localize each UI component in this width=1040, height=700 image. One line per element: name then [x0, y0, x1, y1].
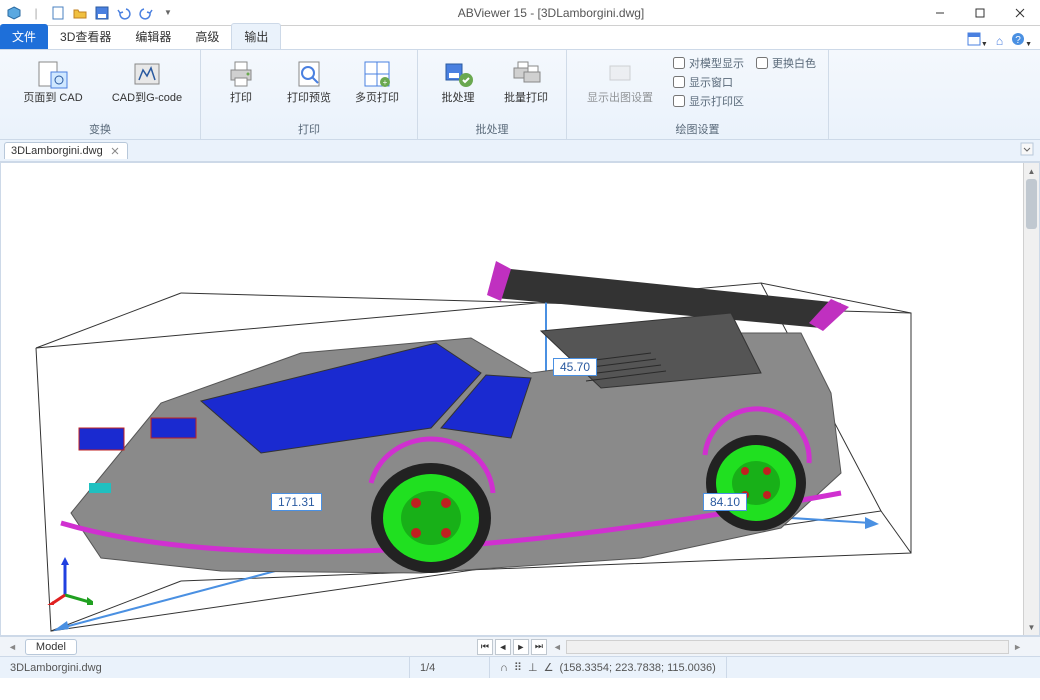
batch-icon [442, 58, 474, 90]
app-icon [6, 5, 22, 21]
scrollbar-thumb[interactable] [1026, 179, 1037, 229]
group-plot-label: 绘图设置 [575, 119, 820, 137]
batch-print-button[interactable]: 批量打印 [494, 54, 558, 109]
axes-gizmo [43, 555, 93, 605]
group-batch-label: 批处理 [426, 119, 558, 137]
nav-first-icon[interactable]: ⏮ [477, 639, 493, 655]
print-label: 打印 [230, 92, 252, 105]
multipage-icon: + [361, 58, 393, 90]
print-preview-button[interactable]: 打印预览 [277, 54, 341, 109]
scroll-up-icon[interactable]: ▲ [1024, 163, 1039, 179]
redo-icon[interactable] [138, 5, 154, 21]
tab-output[interactable]: 输出 [231, 23, 281, 49]
show-plot-settings-button[interactable]: 显示出图设置 [575, 54, 665, 109]
document-tab[interactable]: 3DLamborgini.dwg [4, 142, 128, 159]
multipage-label: 多页打印 [355, 92, 399, 105]
new-icon[interactable] [50, 5, 66, 21]
cad-to-gcode-icon [131, 58, 163, 90]
multipage-print-button[interactable]: + 多页打印 [345, 54, 409, 109]
undo-icon[interactable] [116, 5, 132, 21]
print-button[interactable]: 打印 [209, 54, 273, 109]
doctab-dropdown-icon[interactable] [1020, 142, 1040, 159]
model-tab[interactable]: Model [25, 639, 77, 655]
tab-advanced[interactable]: 高级 [183, 24, 231, 49]
close-button[interactable] [1000, 0, 1040, 26]
angle-icon[interactable]: ∠ [544, 661, 554, 674]
page-to-cad-icon [37, 58, 69, 90]
batch-print-label: 批量打印 [504, 92, 548, 105]
print-icon [225, 58, 257, 90]
vertical-scrollbar[interactable]: ▲ ▼ [1023, 163, 1039, 635]
batch-label: 批处理 [442, 92, 475, 105]
layout-dropdown-icon[interactable]: ▼ [967, 32, 988, 49]
dimension-length: 171.31 [271, 493, 322, 511]
ortho-icon[interactable]: ⊥ [528, 661, 538, 674]
viewport-canvas[interactable]: 45.70 171.31 84.10 [1, 163, 1023, 635]
plot-settings-icon [604, 58, 636, 90]
status-coords: (158.3354; 223.7838; 115.0036) [559, 662, 715, 674]
print-preview-label: 打印预览 [287, 92, 331, 105]
nav-next-icon[interactable]: ► [513, 639, 529, 655]
svg-text:?: ? [1015, 35, 1021, 46]
snap-icon[interactable]: ∩ [500, 662, 508, 674]
page-to-cad-button[interactable]: 页面到 CAD [8, 54, 98, 109]
dimension-width: 84.10 [703, 493, 747, 511]
batch-print-icon [510, 58, 542, 90]
nav-last-icon[interactable]: ⏭ [531, 639, 547, 655]
qat-separator: | [28, 5, 44, 21]
maximize-button[interactable] [960, 0, 1000, 26]
save-icon[interactable] [94, 5, 110, 21]
status-tools: ∩ ⠿ ⊥ ∠ (158.3354; 223.7838; 115.0036) [490, 657, 727, 678]
model-display-checkbox[interactable]: 对模型显示 [669, 54, 748, 72]
document-tab-label: 3DLamborgini.dwg [11, 145, 103, 157]
help-icon[interactable]: ?▼ [1011, 32, 1032, 49]
home-icon[interactable]: ⌂ [996, 34, 1003, 48]
show-window-checkbox[interactable]: 显示窗口 [669, 73, 748, 91]
model-tab-prev-icon[interactable]: ◄ [8, 642, 17, 652]
scroll-down-icon[interactable]: ▼ [1024, 619, 1039, 635]
hscroll-right-icon[interactable]: ► [1013, 642, 1040, 652]
qat-dropdown-icon[interactable]: ▼ [160, 5, 176, 21]
plot-settings-label: 显示出图设置 [587, 92, 653, 105]
show-print-area-checkbox[interactable]: 显示打印区 [669, 92, 748, 110]
tab-3d-viewer[interactable]: 3D查看器 [48, 24, 123, 49]
hscroll-left-icon[interactable]: ◄ [553, 642, 562, 652]
window-title: ABViewer 15 - [3DLamborgini.dwg] [182, 6, 920, 20]
grid-icon[interactable]: ⠿ [514, 661, 522, 674]
close-tab-icon[interactable] [109, 145, 121, 157]
status-filename: 3DLamborgini.dwg [0, 657, 410, 678]
horizontal-scrollbar[interactable] [566, 640, 1009, 654]
nav-prev-icon[interactable]: ◄ [495, 639, 511, 655]
swap-white-checkbox[interactable]: 更换白色 [752, 54, 820, 72]
print-preview-icon [293, 58, 325, 90]
page-to-cad-label: 页面到 CAD [23, 92, 82, 105]
tab-file[interactable]: 文件 [0, 24, 48, 49]
cad-to-gcode-button[interactable]: CAD到G-code [102, 54, 192, 109]
svg-text:+: + [383, 78, 388, 87]
group-convert-label: 变换 [8, 119, 192, 137]
batch-button[interactable]: 批处理 [426, 54, 490, 109]
tab-editor[interactable]: 编辑器 [123, 24, 183, 49]
cad-to-gcode-label: CAD到G-code [112, 92, 182, 105]
dimension-height: 45.70 [553, 358, 597, 376]
minimize-button[interactable] [920, 0, 960, 26]
open-icon[interactable] [72, 5, 88, 21]
status-page: 1/4 [410, 657, 490, 678]
group-print-label: 打印 [209, 119, 409, 137]
